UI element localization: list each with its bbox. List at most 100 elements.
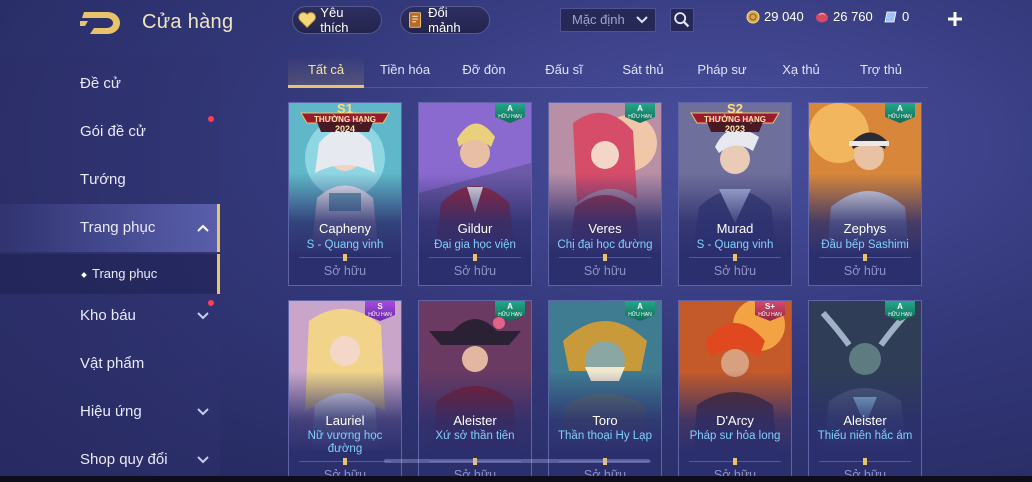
sidebar-subitem-skins[interactable]: Trang phục xyxy=(0,254,220,294)
tier-grade: A xyxy=(637,302,643,311)
tab-fighter[interactable]: Đấu sĩ xyxy=(532,62,596,77)
skin-card[interactable]: A HỮU HẠN Veres Chị đại học đường Sở hữu xyxy=(548,102,662,286)
skin-name: S - Quang vinh xyxy=(696,239,774,251)
skin-card[interactable]: A HỮU HẠN Zephys Đầu bếp Sashimi Sở hữu xyxy=(808,102,922,286)
skin-card[interactable]: A HỮU HẠN Aleister Thiếu niên hắc ám Sở h… xyxy=(808,300,922,482)
sidebar: Đề cử Gói đề cử Tướng Trang phục Trang p… xyxy=(0,56,220,482)
hero-name: Zephys xyxy=(843,221,887,236)
sidebar-item-treasure[interactable]: Kho báu xyxy=(0,292,220,340)
heart-icon xyxy=(298,12,316,29)
sidebar-subitem-label: Trang phục xyxy=(92,266,158,281)
chevron-down-icon xyxy=(197,312,209,320)
owned-status: Sở hữu xyxy=(323,264,367,278)
skin-name: Pháp sư hỏa long xyxy=(689,430,781,442)
sidebar-item-label: Kho báu xyxy=(80,307,136,324)
sidebar-item-label: Hiệu ứng xyxy=(80,403,142,420)
voucher-balance: 0 xyxy=(884,9,909,24)
chevron-up-icon xyxy=(197,224,209,232)
hero-name: Aleister xyxy=(453,413,497,428)
favorites-button[interactable]: Yêu thích xyxy=(292,5,382,35)
sidebar-item-heroes[interactable]: Tướng xyxy=(0,156,220,204)
add-currency-plus-icon[interactable] xyxy=(944,8,966,30)
sidebar-item-skins[interactable]: Trang phục xyxy=(0,204,220,252)
sidebar-item-items[interactable]: Vật phẩm xyxy=(0,340,220,388)
sidebar-item-recommended-packs[interactable]: Gói đề cử xyxy=(0,108,220,156)
skin-card[interactable]: A HỮU HẠN Gildur Đại gia học viện Sở hữu xyxy=(418,102,532,286)
sidebar-item-label: Trang phục xyxy=(80,219,156,236)
tier-grade: A xyxy=(897,104,903,113)
category-tabs: Tất cả Tiền hóa Đỡ đòn Đấu sĩ Sát thủ Ph… xyxy=(288,56,928,88)
skin-card[interactable]: A HỮU HẠN Aleister Xứ sở thần tiên Sở hữu xyxy=(418,300,532,482)
sidebar-item-label: Đề cử xyxy=(80,75,121,92)
skin-name: Thiếu niên hắc ám xyxy=(817,430,913,442)
fragment-exchange-label: Đổi mảnh xyxy=(428,5,461,35)
tab-mage[interactable]: Pháp sư xyxy=(688,62,756,77)
skin-name: Nữ vương học đường xyxy=(307,430,383,455)
hero-name: Lauriel xyxy=(325,413,365,428)
owned-status: Sở hữu xyxy=(843,264,887,278)
skin-card[interactable]: S2 THƯỞNG HẠNG 2023 Murad S - Quang vinh… xyxy=(678,102,792,286)
fragment-book-icon xyxy=(409,12,422,28)
active-tab-underline xyxy=(288,85,364,88)
tier-grade: A xyxy=(637,104,643,113)
tab-assassin[interactable]: Sát thủ xyxy=(610,62,676,77)
chevron-down-icon xyxy=(636,16,648,24)
rank-year: 2024 xyxy=(334,124,356,134)
ruby-balance: 26 760 xyxy=(815,9,873,24)
gold-balance: 29 040 xyxy=(746,9,804,24)
tab-marksman[interactable]: Xạ thủ xyxy=(770,62,832,77)
hero-name: Gildur xyxy=(457,221,493,236)
rank-reward-badge: S2 THƯỞNG HẠNG 2023 xyxy=(687,102,783,134)
rank-reward-badge: S1 THƯỜNG HẠNG 2024 xyxy=(297,102,393,134)
owned-status: Sở hữu xyxy=(453,264,497,278)
hero-name: Toro xyxy=(592,413,618,428)
fragment-exchange-button[interactable]: Đổi mảnh xyxy=(400,5,490,35)
skin-card[interactable]: S HỮU HẠN Lauriel Nữ vương học đường Sở h… xyxy=(288,300,402,482)
skin-name: Xứ sở thần tiên xyxy=(435,430,515,442)
tab-support[interactable]: Trợ thủ xyxy=(848,62,914,77)
tier-grade: A xyxy=(507,104,513,113)
voucher-icon xyxy=(884,11,897,22)
page-title: Cửa hàng xyxy=(142,11,234,33)
sidebar-item-label: Gói đề cử xyxy=(80,123,146,140)
notification-dot xyxy=(208,300,214,306)
tier-grade: S+ xyxy=(764,302,775,311)
sidebar-item-effects[interactable]: Hiệu ứng xyxy=(0,388,220,436)
gold-coin-icon xyxy=(746,10,760,23)
hero-name: D'Arcy xyxy=(716,413,754,428)
sort-select-value: Mặc định xyxy=(572,12,625,27)
search-button[interactable] xyxy=(670,8,694,32)
sidebar-item-recommended[interactable]: Đề cử xyxy=(0,60,220,108)
skin-card[interactable]: A HỮU HẠN Toro Thần thoại Hy Lạp Sở hữu xyxy=(548,300,662,482)
rank-season: S1 xyxy=(337,102,353,116)
hero-name: Murad xyxy=(716,221,754,236)
favorites-label: Yêu thích xyxy=(320,5,349,35)
owned-status: Sở hữu xyxy=(583,264,627,278)
horizontal-scrollbar[interactable] xyxy=(384,459,650,463)
back-logo-icon[interactable] xyxy=(80,10,124,36)
skin-name: Đầu bếp Sashimi xyxy=(821,239,909,251)
skin-name: Đại gia học viện xyxy=(434,239,516,251)
skin-name: Thần thoại Hy Lạp xyxy=(558,430,652,442)
rank-season: S2 xyxy=(727,102,743,116)
tab-evolution[interactable]: Tiền hóa xyxy=(370,62,440,77)
top-bar: Cửa hàng Yêu thích Đổi mảnh Mặc định 29 … xyxy=(0,0,1032,40)
skin-card[interactable]: S1 THƯỜNG HẠNG 2024 Capheny S - Quang vi… xyxy=(288,102,402,286)
hero-name: Veres xyxy=(588,221,622,236)
rank-title: THƯỞNG HẠNG xyxy=(704,115,766,124)
skin-card[interactable]: S+ HỮU HẠN D'Arcy Pháp sư hỏa long Sở hữu xyxy=(678,300,792,482)
tab-tank[interactable]: Đỡ đòn xyxy=(450,62,518,77)
search-icon xyxy=(674,12,690,28)
sort-select[interactable]: Mặc định xyxy=(560,8,656,32)
hero-name: Aleister xyxy=(843,413,887,428)
tier-grade: A xyxy=(897,302,903,311)
tab-all[interactable]: Tất cả xyxy=(288,62,364,77)
skin-name: S - Quang vinh xyxy=(306,239,384,251)
gold-amount: 29 040 xyxy=(764,9,804,24)
sidebar-item-label: Tướng xyxy=(80,171,126,188)
hero-name: Capheny xyxy=(318,221,372,236)
sidebar-item-label: Vật phẩm xyxy=(80,355,145,372)
bullet-icon xyxy=(81,271,87,278)
tabs-divider xyxy=(288,87,928,88)
bottom-edge xyxy=(0,476,1032,482)
